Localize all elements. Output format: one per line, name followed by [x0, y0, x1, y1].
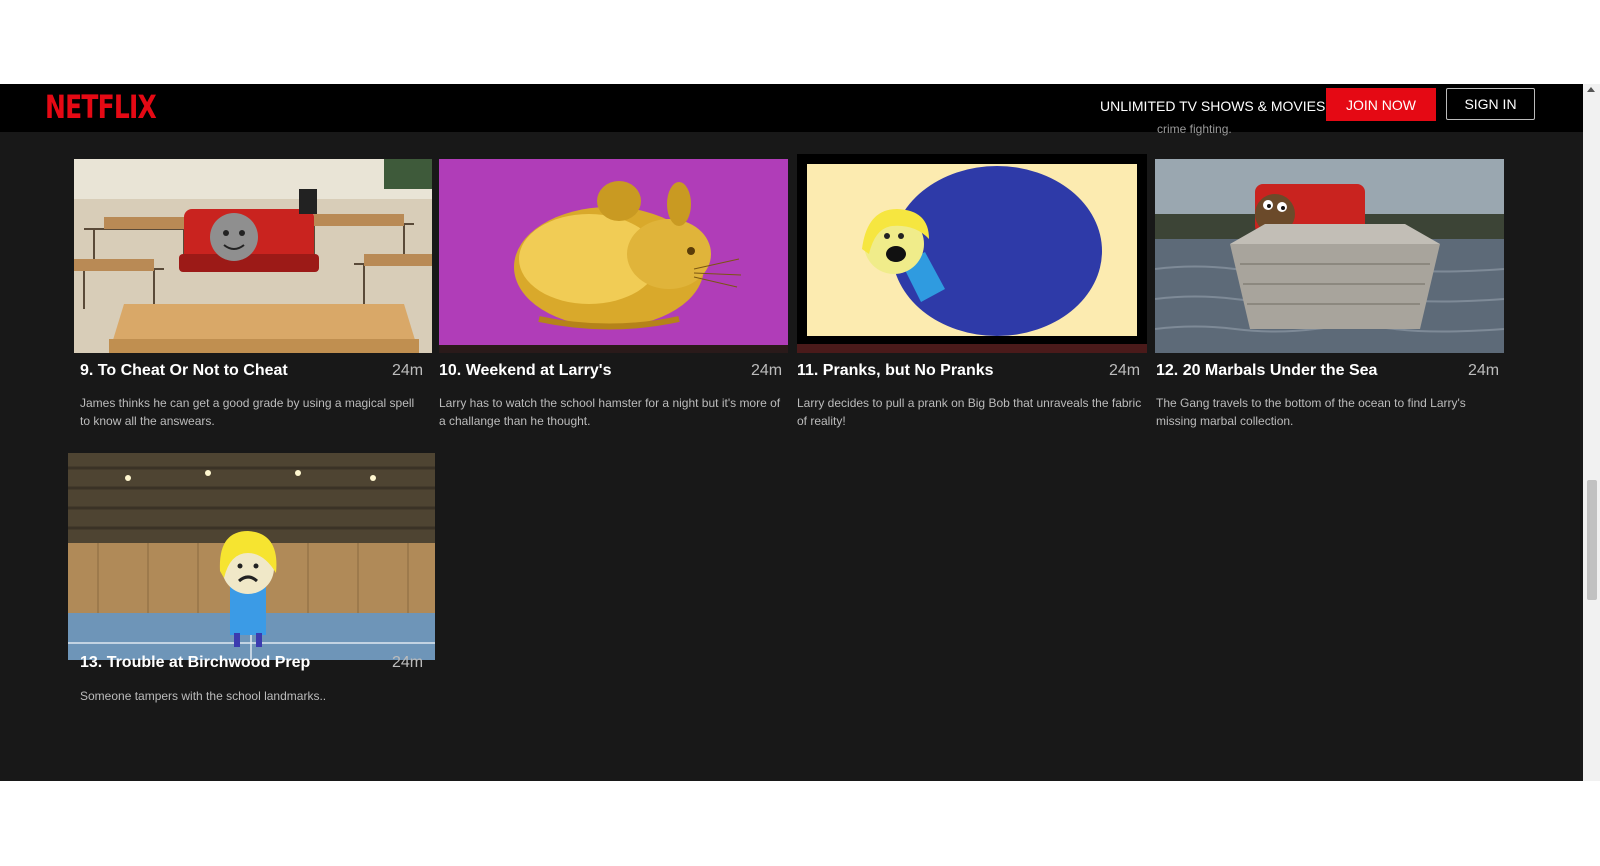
- episode-thumbnail[interactable]: [74, 159, 432, 353]
- prank-image: [797, 154, 1147, 353]
- episode-description: Someone tampers with the school landmark…: [80, 689, 327, 703]
- join-now-button[interactable]: JOIN NOW: [1326, 88, 1436, 121]
- scrollbar-thumb[interactable]: [1587, 480, 1597, 600]
- episode-duration: 24m: [392, 362, 424, 379]
- partial-description: crime fighting.: [1157, 122, 1232, 136]
- episode-duration: 24m: [751, 362, 783, 379]
- episode-title[interactable]: 10. Weekend at Larry's: [439, 362, 611, 380]
- episode-description: Larry decides to pull a prank on Big Bob…: [797, 396, 1142, 428]
- hamster-image: [439, 159, 788, 353]
- episode-thumbnail[interactable]: [68, 453, 435, 660]
- episode-thumbnail[interactable]: [439, 159, 788, 353]
- boat-train-image: [1155, 159, 1504, 353]
- episode-duration: 24m: [1468, 362, 1500, 379]
- scroll-up-arrow-icon[interactable]: [1587, 87, 1595, 92]
- episode-description: James thinks he can get a good grade by …: [80, 396, 415, 428]
- episode-title[interactable]: 12. 20 Marbals Under the Sea: [1156, 362, 1377, 380]
- episode-thumbnail[interactable]: [797, 154, 1147, 353]
- classroom-train-image: [74, 159, 432, 353]
- episode-list-page: NETFLIX UNLIMITED TV SHOWS & MOVIES JOIN…: [0, 84, 1583, 781]
- episode-title[interactable]: 13. Trouble at Birchwood Prep: [80, 654, 310, 672]
- episode-title[interactable]: 9. To Cheat Or Not to Cheat: [80, 362, 288, 380]
- netflix-logo[interactable]: NETFLIX: [45, 88, 157, 126]
- episode-duration: 24m: [1109, 362, 1141, 379]
- episode-title[interactable]: 11. Pranks, but No Pranks: [797, 362, 994, 380]
- episode-thumbnail[interactable]: [1155, 159, 1504, 353]
- gym-image: [68, 453, 435, 660]
- sign-in-button[interactable]: SIGN IN: [1446, 88, 1535, 120]
- episode-description: The Gang travels to the bottom of the oc…: [1156, 396, 1466, 428]
- episode-description: Larry has to watch the school hamster fo…: [439, 396, 781, 428]
- episode-duration: 24m: [392, 654, 424, 671]
- tagline: UNLIMITED TV SHOWS & MOVIES: [1100, 98, 1326, 114]
- top-navigation-bar: NETFLIX UNLIMITED TV SHOWS & MOVIES JOIN…: [0, 84, 1583, 132]
- vertical-scrollbar[interactable]: [1583, 84, 1600, 781]
